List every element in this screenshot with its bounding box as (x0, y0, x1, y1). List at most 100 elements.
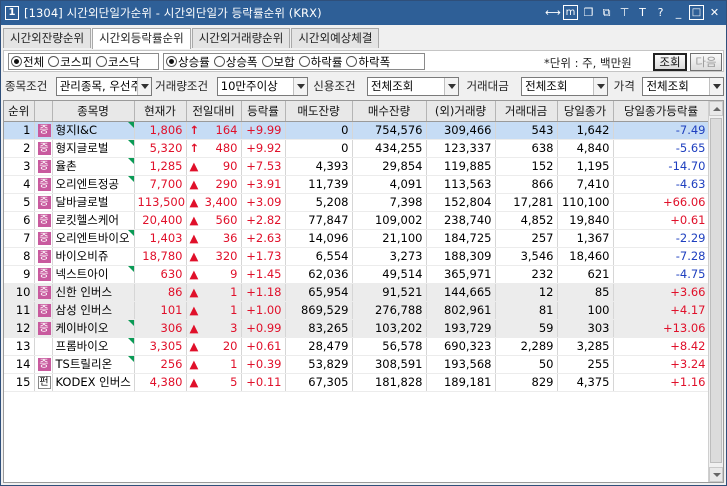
header-col-price[interactable]: 현재가 (134, 101, 187, 122)
cell-trade-amount: 638 (495, 139, 558, 158)
header-col-close[interactable]: 당일종가 (557, 101, 614, 122)
table-row[interactable]: 15 펀 KODEX 인버스 4,380 ▲ 5 +0.11 67,305 181,828 189… (4, 373, 710, 392)
header-col-ask[interactable]: 매도잔량 (285, 101, 353, 122)
header-col-amount[interactable]: 거래대금 (495, 101, 558, 122)
credit-condition-select[interactable]: 전체조회 (366, 76, 460, 96)
cell-rate: +3.09 (241, 193, 286, 212)
search-button[interactable]: 조회 (653, 53, 687, 71)
copy-icon[interactable]: ⧉ (599, 5, 614, 20)
stock-name[interactable]: 율촌 (56, 159, 77, 173)
stock-name[interactable]: 오리엔트정공 (56, 177, 119, 191)
stock-name[interactable]: 프롬바이오 (56, 339, 109, 353)
radio-fall-amount[interactable]: 하락폭 (346, 54, 390, 70)
cell-ask-balance: 4,393 (285, 157, 353, 176)
cell-stock-name: 오리엔트정공 (52, 175, 135, 194)
radio-market-all[interactable]: 전체 (11, 54, 44, 70)
table-row[interactable]: 1 증 형지I&C 1,806 ↑ 164 +9.99 0 754,576 309,466 543 1… (4, 121, 710, 140)
close-icon[interactable]: ✕ (707, 5, 722, 20)
stock-name[interactable]: 로킷헬스케어 (56, 213, 119, 227)
tab-overtime-rate[interactable]: 시간외등락률순위 (92, 28, 191, 49)
amount-condition-select[interactable]: 전체조회 (521, 76, 608, 96)
pin-icon[interactable]: ⊤ (617, 5, 632, 20)
scroll-down-arrow-icon[interactable] (709, 467, 723, 482)
stock-name[interactable]: 넥스트아이 (56, 267, 109, 281)
cell-badge: 펀 (34, 373, 53, 392)
table-row[interactable]: 11 증 삼성 인버스 101 ▲ 1 +1.00 869,529 276,788 802,961… (4, 301, 710, 320)
radio-dot (166, 56, 177, 67)
radio-unchanged[interactable]: 보합 (261, 54, 295, 70)
help-icon[interactable]: ? (653, 5, 668, 20)
chevron-down-icon[interactable] (293, 77, 308, 95)
stock-name[interactable]: 형지I&C (56, 123, 98, 137)
stock-name[interactable]: 오리엔트바이오 (56, 231, 130, 245)
header-col-badge[interactable] (34, 101, 53, 122)
table-row[interactable]: 12 증 케이바이오 306 ▲ 3 +0.99 83,265 103,202 193,729 59… (4, 319, 710, 338)
table-row[interactable]: 3 증 율촌 1,285 ▲ 90 +7.53 4,393 29,854 119,885 152 1,… (4, 157, 710, 176)
volume-condition-select[interactable]: 10만주이상 (216, 76, 309, 96)
table-row[interactable]: 4 증 오리엔트정공 7,700 ▲ 290 +3.91 11,739 4,091 113,563… (4, 175, 710, 194)
title-bar[interactable]: 1 [1304] 시간외단일가순위 - 시간외단일가 등락률순위 (KRX) ⟷… (1, 1, 726, 25)
stock-name[interactable]: 케이바이오 (56, 321, 109, 335)
link-icon[interactable]: ⟷ (545, 5, 561, 20)
table-row[interactable]: 9 증 넥스트아이 630 ▲ 9 +1.45 62,036 49,514 365,971 232 6… (4, 265, 710, 284)
table-row[interactable]: 7 증 오리엔트바이오 1,403 ▲ 36 +2.63 14,096 21,100 184,72… (4, 229, 710, 248)
cell-volume: 123,337 (426, 139, 496, 158)
cell-rank: 6 (4, 211, 35, 230)
cell-trade-amount: 257 (495, 229, 558, 248)
table-row[interactable]: 8 증 바이오비쥬 18,780 ▲ 320 +1.73 6,554 3,273 188,309 3… (4, 247, 710, 266)
text-icon[interactable]: T (635, 5, 650, 20)
price-condition-select[interactable]: 전체조회 (642, 76, 725, 96)
stock-name[interactable]: 형지글로벌 (56, 141, 109, 155)
header-col-rate[interactable]: 등락률 (241, 101, 286, 122)
tab-overtime-volume[interactable]: 시간외거래량순위 (191, 28, 291, 48)
stock-name[interactable]: TS트릴리온 (56, 357, 113, 371)
table-row[interactable]: 10 증 신한 인버스 86 ▲ 1 +1.18 65,954 91,521 144,665 12 8… (4, 283, 710, 302)
chevron-down-icon[interactable] (444, 77, 459, 95)
stock-name[interactable]: 삼성 인버스 (56, 303, 113, 317)
maximize-icon[interactable]: □ (689, 5, 704, 20)
header-col-bid[interactable]: 매수잔량 (352, 101, 427, 122)
scroll-up-arrow-icon[interactable] (709, 101, 723, 116)
tab-overtime-expected[interactable]: 시간외예상체결 (291, 28, 380, 48)
change-value: 9 (230, 267, 238, 281)
cell-close-rate: -7.49 (613, 121, 710, 140)
stock-condition-select[interactable]: 관리종목, 우선주 (55, 76, 153, 96)
vertical-scrollbar[interactable] (708, 101, 723, 482)
radio-rise-rate[interactable]: 상승률 (166, 54, 210, 70)
radio-market-kosdaq[interactable]: 코스닥 (95, 54, 140, 70)
header-col-volume[interactable]: (외)거래량 (426, 101, 496, 122)
radio-rise-amount[interactable]: 상승폭 (213, 54, 258, 70)
window-title: [1304] 시간외단일가순위 - 시간외단일가 등락률순위 (KRX) (24, 6, 322, 20)
market-badge-icon: 증 (37, 286, 51, 299)
next-button[interactable]: 다음 (690, 53, 722, 71)
cell-stock-name: 오리엔트바이오 (52, 229, 135, 248)
table-row[interactable]: 2 증 형지글로벌 5,320 ↑ 480 +9.92 0 434,255 123,337 638 4… (4, 139, 710, 158)
cell-volume: 238,740 (426, 211, 496, 230)
chevron-down-icon[interactable] (137, 77, 152, 95)
stock-name[interactable]: 신한 인버스 (56, 285, 113, 299)
minimize-icon[interactable]: _ (671, 5, 686, 20)
stock-name[interactable]: 바이오비쥬 (56, 249, 109, 263)
table-row[interactable]: 5 증 달바글로벌 113,500 ▲ 3,400 +3.09 5,208 7,398 152,8… (4, 193, 710, 212)
scroll-thumb[interactable] (710, 118, 722, 463)
header-col-rank[interactable]: 순위 (4, 101, 35, 122)
chevron-down-icon[interactable] (592, 77, 607, 95)
up-triangle-icon: ▲ (189, 339, 199, 353)
limit-up-arrow-icon: ↑ (189, 123, 200, 137)
cell-rank: 10 (4, 283, 35, 302)
radio-fall-rate[interactable]: 하락률 (298, 54, 342, 70)
stock-name[interactable]: 달바글로벌 (56, 195, 109, 209)
table-row[interactable]: 6 증 로킷헬스케어 20,400 ▲ 560 +2.82 77,847 109,002 238,… (4, 211, 710, 230)
radio-market-kospi[interactable]: 코스피 (48, 54, 92, 70)
table-row[interactable]: 14 증 TS트릴리온 256 ▲ 1 +0.39 53,829 308,591 193,568 5… (4, 355, 710, 374)
tab-overtime-balance[interactable]: 시간외잔량순위 (3, 28, 92, 48)
table-row[interactable]: 13 프롬바이오 3,305 ▲ 20 +0.61 28,479 56,578 690,323 2… (4, 337, 710, 356)
cell-close-rate: +1.16 (613, 373, 710, 392)
chevron-down-icon[interactable] (709, 77, 724, 95)
m-icon[interactable]: m (563, 5, 578, 20)
header-col-change[interactable]: 전일대비 (186, 101, 242, 122)
stock-name[interactable]: KODEX 인버스 (56, 375, 131, 389)
header-col-close-rate[interactable]: 당일종가등락률 (613, 101, 710, 122)
restore-icon[interactable]: ❐ (581, 5, 596, 20)
header-col-name[interactable]: 종목명 (52, 101, 135, 122)
